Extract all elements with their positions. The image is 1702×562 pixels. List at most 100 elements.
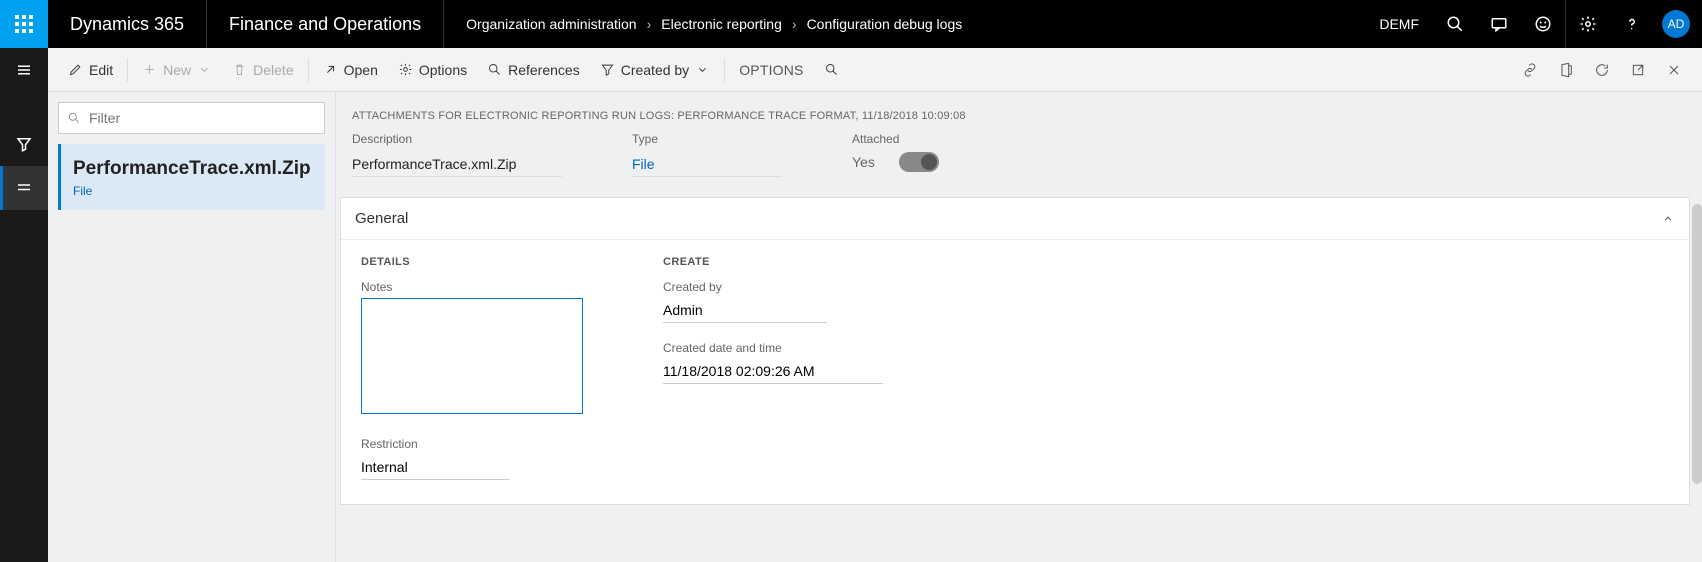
general-card-header[interactable]: General <box>341 198 1689 240</box>
topbar: Dynamics 365 Finance and Operations Orga… <box>0 0 1702 48</box>
page-title: Attachments for Electronic reporting run… <box>336 92 1690 132</box>
createdby-input[interactable] <box>663 298 827 323</box>
general-card: General DETAILS Notes Restriction CR <box>340 197 1690 505</box>
filter-input[interactable] <box>89 110 316 126</box>
module-label: Finance and Operations <box>207 0 444 48</box>
nav-hamburger-button[interactable] <box>0 48 48 92</box>
detail-pane: Attachments for Electronic reporting run… <box>336 92 1702 562</box>
edit-label: Edit <box>89 62 113 78</box>
createdby-label: Created by <box>663 280 883 294</box>
general-title: General <box>355 210 408 227</box>
header-fields: Description PerformanceTrace.xml.Zip Typ… <box>336 132 1690 197</box>
chevron-right-icon: › <box>647 16 652 32</box>
smile-icon <box>1534 15 1552 33</box>
search-icon <box>487 62 502 77</box>
createdby-label: Created by <box>621 62 689 78</box>
options-tab[interactable]: OPTIONS <box>729 48 813 92</box>
popout-button[interactable] <box>1620 48 1656 92</box>
list-item-title: PerformanceTrace.xml.Zip <box>73 158 313 180</box>
details-heading: DETAILS <box>361 256 583 268</box>
search-icon <box>1446 15 1464 33</box>
search-icon <box>67 111 81 125</box>
close-icon <box>1666 62 1682 78</box>
filter-box[interactable] <box>58 102 325 134</box>
company-label[interactable]: DEMF <box>1365 16 1433 32</box>
office-icon <box>1558 62 1574 78</box>
createdby-filter-button[interactable]: Created by <box>590 48 720 92</box>
type-value[interactable]: File <box>632 152 782 177</box>
edit-button[interactable]: Edit <box>58 48 123 92</box>
open-icon <box>323 62 338 77</box>
new-button[interactable]: New <box>132 48 222 92</box>
search-button[interactable] <box>1433 0 1477 48</box>
action-bar: Edit New Delete Open Options References … <box>48 48 1702 92</box>
plus-icon <box>142 62 157 77</box>
refresh-button[interactable] <box>1584 48 1620 92</box>
options-button[interactable]: Options <box>388 48 477 92</box>
create-heading: CREATE <box>663 256 883 268</box>
attached-toggle[interactable] <box>899 152 939 172</box>
list-item[interactable]: PerformanceTrace.xml.Zip File <box>58 144 325 210</box>
description-value[interactable]: PerformanceTrace.xml.Zip <box>352 152 562 177</box>
toggle-knob-icon <box>921 154 937 170</box>
search-icon <box>824 62 839 77</box>
feedback-button[interactable] <box>1521 0 1565 48</box>
funnel-icon <box>15 135 33 153</box>
createddt-input[interactable] <box>663 359 883 384</box>
scrollbar[interactable] <box>1692 204 1702 484</box>
notes-input[interactable] <box>361 298 583 414</box>
breadcrumb-item[interactable]: Organization administration <box>466 16 636 32</box>
popout-icon <box>1630 62 1646 78</box>
delete-button[interactable]: Delete <box>222 48 303 92</box>
hamburger-icon <box>15 61 33 79</box>
messages-button[interactable] <box>1477 0 1521 48</box>
office-button[interactable] <box>1548 48 1584 92</box>
references-label: References <box>508 62 580 78</box>
brand-label: Dynamics 365 <box>48 0 207 48</box>
delete-label: Delete <box>253 62 293 78</box>
options-caps-label: OPTIONS <box>739 62 803 78</box>
related-info-button[interactable] <box>0 166 48 210</box>
new-label: New <box>163 62 191 78</box>
refresh-icon <box>1594 62 1610 78</box>
open-button[interactable]: Open <box>313 48 388 92</box>
chevron-up-icon <box>1661 212 1675 226</box>
waffle-icon <box>15 15 33 33</box>
help-button[interactable] <box>1610 0 1654 48</box>
gear-icon <box>1579 15 1597 33</box>
breadcrumb-item[interactable]: Configuration debug logs <box>807 16 963 32</box>
type-label: Type <box>632 132 782 146</box>
question-icon <box>1623 15 1641 33</box>
notes-label: Notes <box>361 280 583 294</box>
chevron-right-icon: › <box>792 16 797 32</box>
app-launcher-button[interactable] <box>0 0 48 48</box>
create-section: CREATE Created by Created date and time <box>663 256 883 480</box>
references-button[interactable]: References <box>477 48 590 92</box>
avatar[interactable]: AD <box>1662 10 1690 38</box>
lines-icon <box>15 179 33 197</box>
left-rail <box>0 48 48 562</box>
gear-icon <box>398 62 413 77</box>
list-item-subtitle: File <box>73 184 313 198</box>
close-button[interactable] <box>1656 48 1692 92</box>
main-area: PerformanceTrace.xml.Zip File Attachment… <box>48 92 1702 562</box>
breadcrumb-item[interactable]: Electronic reporting <box>661 16 782 32</box>
funnel-icon <box>600 62 615 77</box>
createddt-label: Created date and time <box>663 341 883 355</box>
link-icon <box>1522 62 1538 78</box>
attached-label: Attached <box>852 132 939 146</box>
paperclip-button[interactable] <box>1512 48 1548 92</box>
breadcrumb: Organization administration › Electronic… <box>444 16 962 32</box>
trash-icon <box>232 62 247 77</box>
options-label: Options <box>419 62 467 78</box>
chevron-down-icon <box>197 62 212 77</box>
open-label: Open <box>344 62 378 78</box>
chevron-down-icon <box>695 62 710 77</box>
restriction-input[interactable] <box>361 455 509 480</box>
chat-icon <box>1490 15 1508 33</box>
action-search-button[interactable] <box>814 48 849 92</box>
settings-button[interactable] <box>1566 0 1610 48</box>
details-section: DETAILS Notes Restriction <box>361 256 583 480</box>
topbar-right: DEMF AD <box>1365 0 1702 48</box>
filter-pane-button[interactable] <box>0 122 48 166</box>
